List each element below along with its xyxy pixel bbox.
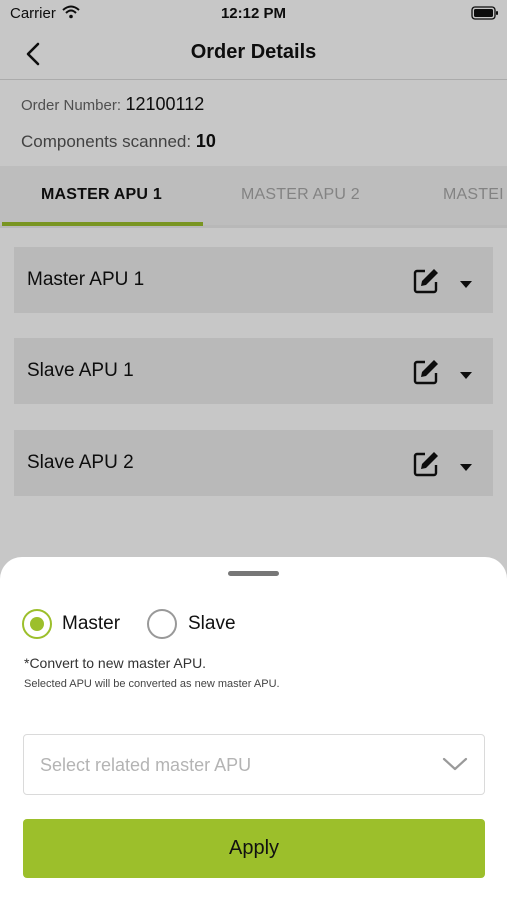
chevron-down-icon <box>442 756 468 772</box>
sheet-drag-handle[interactable] <box>228 571 279 576</box>
convert-apu-bottom-sheet: Master Slave *Convert to new master APU.… <box>0 557 507 900</box>
master-radio-label[interactable]: Master <box>62 613 120 635</box>
apply-button[interactable]: Apply <box>23 819 485 878</box>
slave-radio-label[interactable]: Slave <box>188 613 236 635</box>
slave-radio[interactable] <box>147 609 177 639</box>
apply-button-label: Apply <box>228 837 280 859</box>
convert-subnote: Selected APU will be converted as new ma… <box>24 678 280 690</box>
order-details-screen: Carrier 12:12 PM Order Details Order Num… <box>0 0 507 900</box>
master-radio[interactable] <box>22 609 52 639</box>
select-placeholder: Select related master APU <box>40 755 252 775</box>
convert-note: *Convert to new master APU. <box>24 655 207 671</box>
related-master-apu-select[interactable]: Select related master APU <box>23 734 485 795</box>
